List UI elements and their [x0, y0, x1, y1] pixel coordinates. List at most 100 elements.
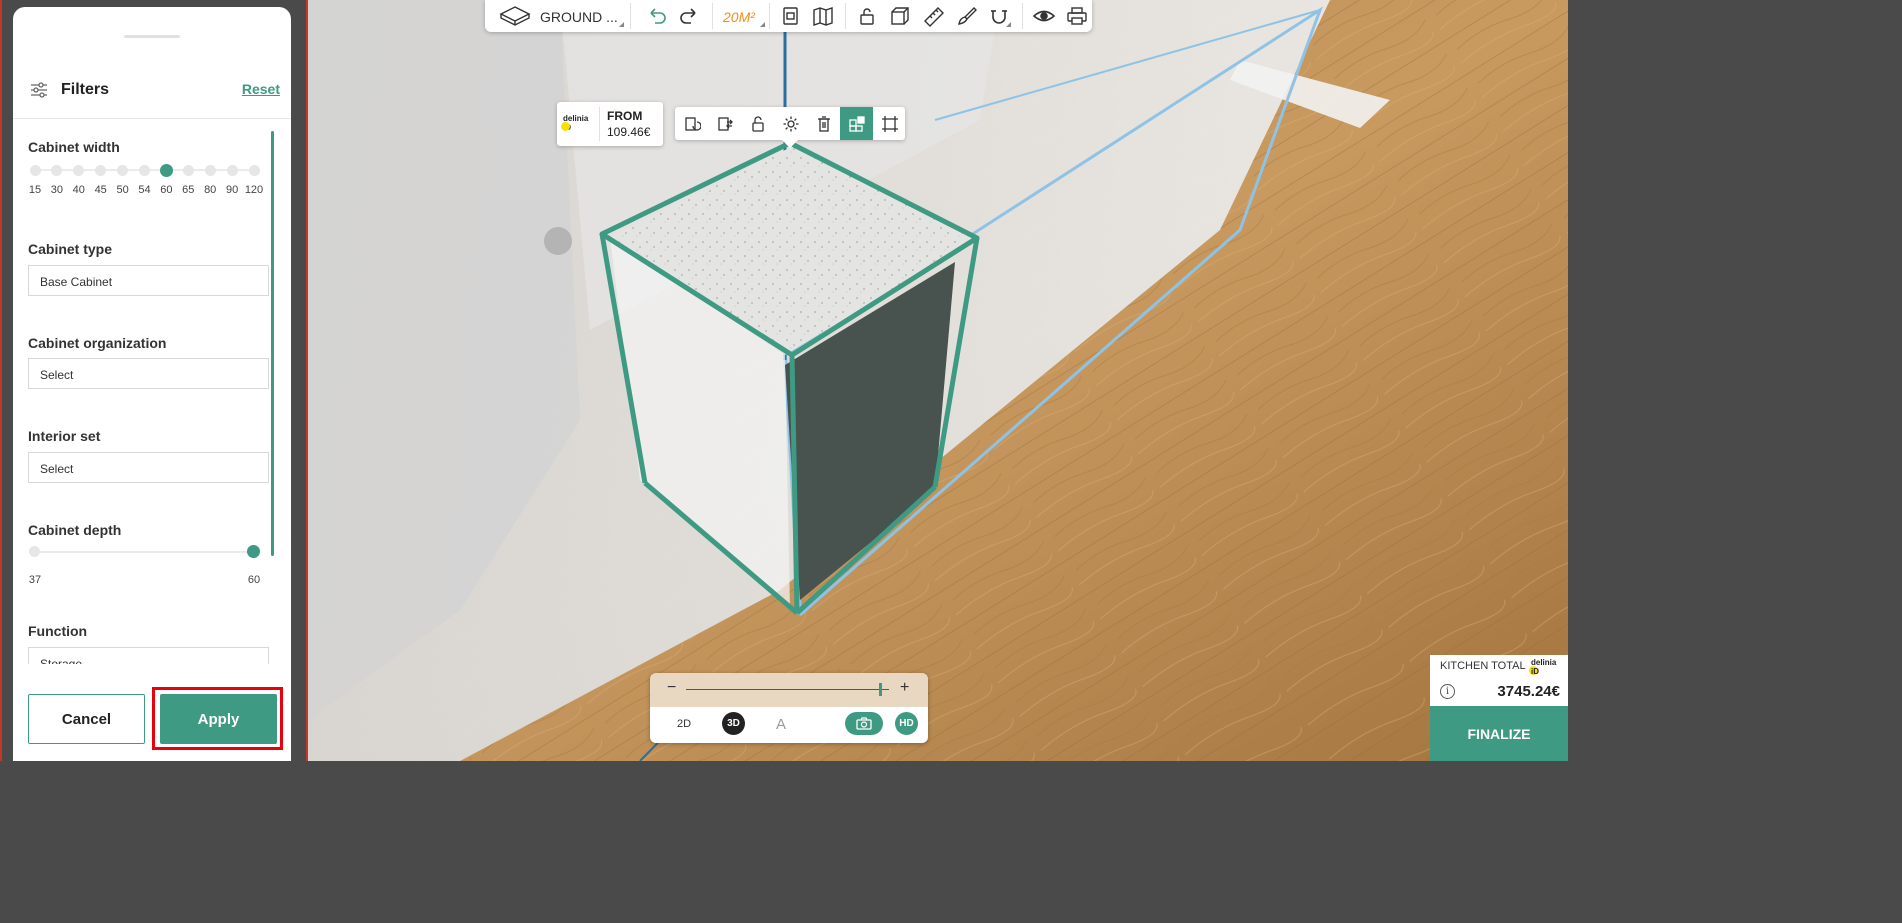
- info-icon[interactable]: i: [1440, 684, 1455, 699]
- cabinet-width-option-40[interactable]: [73, 164, 85, 176]
- hd-render-button[interactable]: HD: [895, 712, 918, 735]
- cabinet-type-select[interactable]: Base Cabinet: [28, 265, 269, 296]
- cube-icon[interactable]: [888, 5, 912, 27]
- catalog-button[interactable]: [840, 107, 873, 140]
- replace-icon: [684, 116, 701, 131]
- function-label: Function: [28, 623, 88, 639]
- cabinet-depth-label: Cabinet depth: [28, 522, 122, 538]
- apply-button[interactable]: Apply: [160, 694, 277, 744]
- magnet-dropdown-indicator: [1006, 22, 1011, 27]
- document-icon[interactable]: [779, 5, 803, 27]
- view-3d-button[interactable]: 3D: [722, 712, 745, 735]
- cabinet-width-tick: 40: [72, 184, 85, 196]
- toolbar-divider: [1022, 3, 1023, 29]
- cabinet-width-tick: 90: [225, 184, 239, 196]
- function-select[interactable]: Storage: [28, 647, 269, 664]
- cabinet-width-tick: 30: [50, 184, 64, 196]
- floor-plan-icon[interactable]: [499, 5, 531, 27]
- cabinet-organization-select[interactable]: Select: [28, 358, 269, 389]
- ruler-icon[interactable]: [922, 5, 946, 27]
- zoom-slider[interactable]: [686, 689, 889, 690]
- swap-icon: [717, 116, 733, 131]
- finalize-button[interactable]: FINALIZE: [1430, 706, 1568, 761]
- sliders-icon: [31, 82, 47, 98]
- drag-handle[interactable]: [124, 35, 180, 38]
- delinia-logo-id: iD: [1531, 667, 1539, 676]
- zoom-slider-handle[interactable]: [879, 683, 883, 696]
- resize-button[interactable]: [873, 107, 906, 140]
- swap-button[interactable]: [708, 107, 741, 140]
- cabinet-depth-min-handle[interactable]: [29, 546, 40, 557]
- cabinet-width-tick: 15: [28, 184, 42, 196]
- cabinet-width-option-65[interactable]: [182, 164, 194, 176]
- cabinet-width-tick: 50: [116, 184, 129, 196]
- main-toolbar: GROUND ... 20M²: [485, 0, 1092, 32]
- reset-link[interactable]: Reset: [242, 81, 280, 97]
- print-icon[interactable]: [1065, 5, 1089, 27]
- resize-icon: [881, 115, 898, 132]
- paint-brush-icon[interactable]: [955, 5, 979, 27]
- logo-dot: [561, 122, 570, 131]
- cabinet-width-option-50[interactable]: [117, 164, 129, 176]
- view-controls: − + 2D 3D A HD: [650, 673, 928, 743]
- replace-button[interactable]: [675, 107, 708, 140]
- cabinet-width-option-60[interactable]: [159, 163, 173, 177]
- object-toolbar: [675, 107, 905, 140]
- cabinet-width-option-54[interactable]: [139, 164, 150, 176]
- cabinet-width-tick: 80: [204, 184, 217, 196]
- cabinet-width-option-120[interactable]: [248, 164, 260, 176]
- level-dropdown-indicator: [619, 22, 624, 27]
- zoom-out-button[interactable]: −: [667, 679, 676, 697]
- unlock-button[interactable]: [741, 107, 774, 140]
- cabinet-width-tick: 54: [138, 184, 151, 196]
- kitchen-total: KITCHEN TOTAL delinia iD i 3745.24€ FINA…: [1430, 655, 1568, 761]
- unlock-icon: [751, 115, 764, 132]
- settings-icon: [783, 116, 798, 131]
- price-divider: [599, 107, 600, 141]
- filters-title: Filters: [61, 81, 110, 98]
- zoom-in-button[interactable]: +: [900, 679, 909, 697]
- redo-icon[interactable]: [677, 5, 701, 27]
- catalog-icon: [848, 115, 865, 132]
- delete-icon: [817, 115, 830, 132]
- price-value: 109.46€: [607, 125, 651, 139]
- price-tag[interactable]: delinia iD FROM 109.46€: [557, 102, 663, 146]
- area-selector[interactable]: 20M²: [723, 9, 755, 25]
- cabinet-depth-max-handle[interactable]: [247, 545, 260, 558]
- cancel-button[interactable]: Cancel: [28, 694, 145, 744]
- walk-mode-button[interactable]: A: [776, 716, 786, 733]
- zoom-control: − +: [650, 673, 928, 707]
- filters-panel: Filters Reset Cabinet width 15 30 40 45 50 54…: [13, 7, 291, 761]
- cabinet-width-option-15[interactable]: [29, 164, 41, 176]
- screenshot-button[interactable]: [845, 712, 883, 735]
- cabinet-width-tick: 60: [160, 184, 173, 196]
- map-icon[interactable]: [811, 5, 835, 27]
- kitchen-total-value: 3745.24€: [1497, 683, 1560, 700]
- camera-icon: [856, 717, 872, 730]
- toolbar-divider: [845, 3, 846, 29]
- eye-icon[interactable]: [1032, 5, 1056, 27]
- cabinet-width-option-80[interactable]: [204, 164, 216, 176]
- object-toolbar-pointer: [781, 139, 799, 148]
- view-2d-button[interactable]: 2D: [677, 718, 691, 730]
- undo-icon[interactable]: [645, 5, 669, 27]
- cabinet-type-label: Cabinet type: [28, 241, 113, 257]
- cabinet-width-option-90[interactable]: [226, 164, 238, 176]
- level-selector[interactable]: GROUND ...: [540, 9, 618, 25]
- filters-header: Filters Reset: [28, 79, 280, 101]
- toolbar-divider: [769, 3, 770, 29]
- cabinet-width-option-45[interactable]: [95, 164, 107, 176]
- interior-set-select[interactable]: Select: [28, 452, 269, 483]
- cabinet-depth-max-value: 60: [247, 574, 261, 586]
- delete-button[interactable]: [807, 107, 840, 140]
- cabinet-depth-track[interactable]: [35, 551, 254, 553]
- scrollbar[interactable]: [271, 131, 274, 556]
- cabinet-width-label: Cabinet width: [28, 139, 120, 155]
- lock-icon[interactable]: [855, 5, 879, 27]
- filters-scroll-area[interactable]: Cabinet width 15 30 40 45 50 54 60 65 80 90 120 Ca…: [13, 119, 291, 664]
- panel-footer: Cancel Apply: [13, 682, 291, 761]
- settings-button[interactable]: [774, 107, 807, 140]
- price-from-label: FROM: [607, 109, 643, 123]
- cabinet-organization-label: Cabinet organization: [28, 335, 167, 351]
- cabinet-width-option-30[interactable]: [51, 164, 63, 176]
